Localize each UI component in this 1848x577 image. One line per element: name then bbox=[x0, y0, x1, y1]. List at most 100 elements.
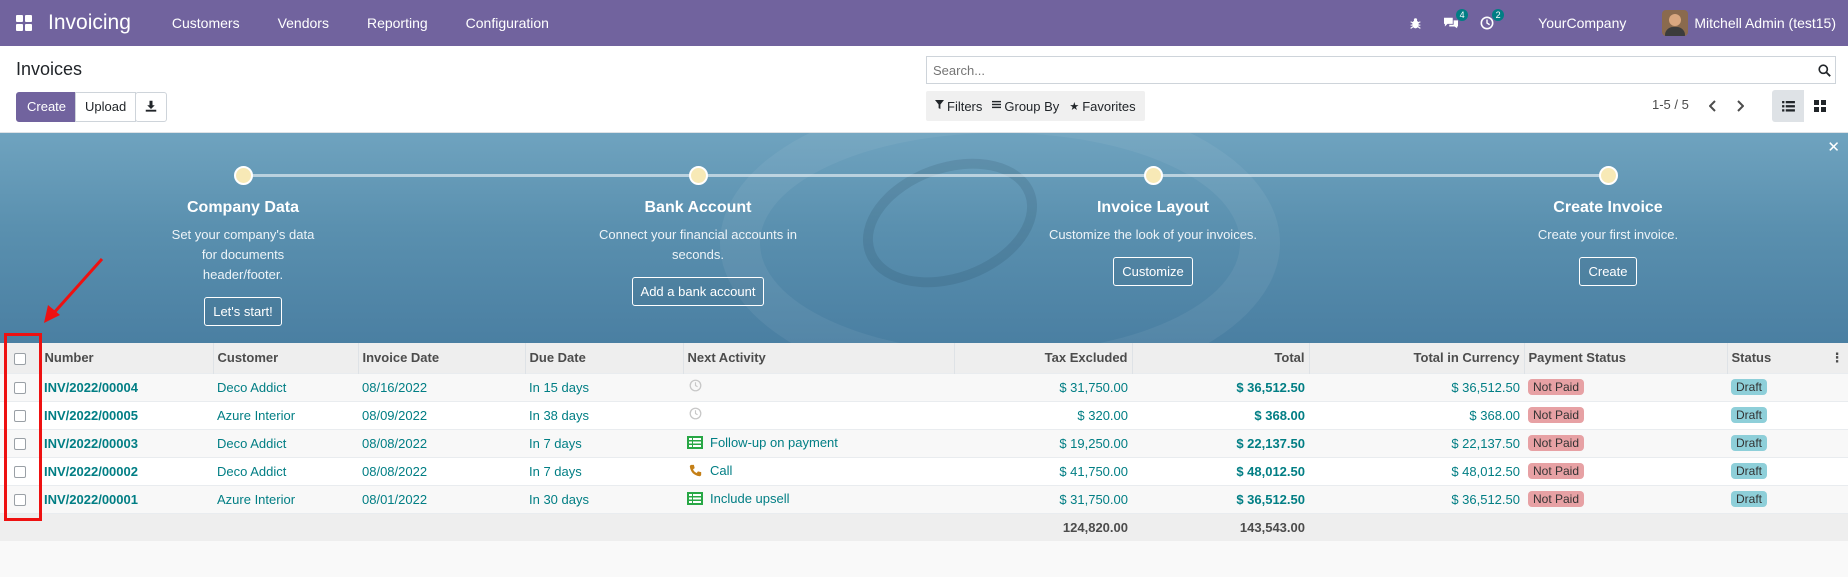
invoice-customer[interactable]: Deco Addict bbox=[213, 428, 358, 457]
invoice-date[interactable]: 08/09/2022 bbox=[358, 400, 525, 429]
invoice-date[interactable]: 08/08/2022 bbox=[358, 428, 525, 457]
lets-start-button[interactable]: Let's start! bbox=[204, 297, 282, 326]
next-activity-cell[interactable]: Include upsell bbox=[683, 484, 954, 513]
close-icon[interactable]: ✕ bbox=[1827, 138, 1840, 156]
table-row[interactable]: INV/2022/00004 Deco Addict 08/16/2022 In 15… bbox=[0, 372, 1848, 401]
clock-icon[interactable] bbox=[687, 379, 703, 392]
payment-status-cell[interactable]: Not Paid bbox=[1524, 456, 1727, 485]
messages-icon[interactable]: 4 bbox=[1440, 9, 1469, 34]
tax-excluded-value[interactable]: $ 31,750.00 bbox=[954, 372, 1132, 401]
status-cell[interactable]: Draft bbox=[1727, 428, 1848, 457]
invoice-due-date[interactable]: In 7 days bbox=[525, 428, 683, 457]
column-status[interactable]: Status ⋮ bbox=[1727, 343, 1848, 373]
invoice-due-date[interactable]: In 38 days bbox=[525, 400, 683, 429]
status-cell[interactable]: Draft bbox=[1727, 400, 1848, 429]
column-number[interactable]: Number bbox=[40, 343, 214, 373]
phone-icon[interactable] bbox=[687, 464, 703, 477]
total-value[interactable]: $ 48,012.50 bbox=[1132, 456, 1309, 485]
next-activity-cell[interactable]: Follow-up on payment bbox=[683, 428, 954, 457]
row-checkbox[interactable] bbox=[14, 494, 26, 507]
status-cell[interactable]: Draft bbox=[1727, 372, 1848, 401]
next-activity-label[interactable]: Call bbox=[710, 463, 732, 478]
favorites-dropdown[interactable]: ★ Favorites bbox=[1064, 91, 1140, 121]
column-next-activity[interactable]: Next Activity bbox=[683, 343, 955, 373]
pager-previous-icon[interactable] bbox=[1704, 96, 1722, 116]
todo-list-icon[interactable] bbox=[687, 435, 703, 449]
invoice-customer[interactable]: Azure Interior bbox=[213, 484, 358, 513]
payment-status-cell[interactable]: Not Paid bbox=[1524, 400, 1727, 429]
total-in-currency-value[interactable]: $ 22,137.50 bbox=[1309, 428, 1524, 457]
list-view-icon[interactable] bbox=[1772, 90, 1804, 122]
invoice-number[interactable]: INV/2022/00005 bbox=[40, 400, 213, 429]
payment-status-cell[interactable]: Not Paid bbox=[1524, 428, 1727, 457]
next-activity-label[interactable]: Follow-up on payment bbox=[710, 435, 838, 450]
add-bank-account-button[interactable]: Add a bank account bbox=[631, 277, 765, 306]
menu-configuration[interactable]: Configuration bbox=[447, 0, 568, 46]
invoice-customer[interactable]: Azure Interior bbox=[213, 400, 358, 429]
clock-icon[interactable] bbox=[687, 407, 703, 420]
invoice-due-date[interactable]: In 15 days bbox=[525, 372, 683, 401]
payment-status-cell[interactable]: Not Paid bbox=[1524, 372, 1727, 401]
table-row[interactable]: INV/2022/00001 Azure Interior 08/01/2022 In… bbox=[0, 484, 1848, 513]
app-name[interactable]: Invoicing bbox=[48, 11, 131, 35]
next-activity-cell[interactable] bbox=[683, 372, 954, 401]
download-button[interactable] bbox=[135, 92, 167, 122]
total-in-currency-value[interactable]: $ 36,512.50 bbox=[1309, 484, 1524, 513]
user-menu[interactable]: Mitchell Admin (test15) bbox=[1662, 10, 1836, 36]
invoice-number[interactable]: INV/2022/00002 bbox=[40, 456, 213, 485]
total-value[interactable]: $ 36,512.50 bbox=[1132, 372, 1309, 401]
tax-excluded-value[interactable]: $ 320.00 bbox=[954, 400, 1132, 429]
activities-clock-icon[interactable]: 2 bbox=[1476, 9, 1505, 34]
column-tax-excluded[interactable]: Tax Excluded bbox=[954, 343, 1133, 373]
debug-bug-icon[interactable] bbox=[1404, 12, 1426, 34]
create-button[interactable]: Create bbox=[16, 92, 78, 122]
search-icon[interactable] bbox=[1813, 59, 1835, 81]
total-in-currency-value[interactable]: $ 36,512.50 bbox=[1309, 372, 1524, 401]
status-cell[interactable]: Draft bbox=[1727, 484, 1848, 513]
invoice-due-date[interactable]: In 7 days bbox=[525, 456, 683, 485]
pager-next-icon[interactable] bbox=[1731, 96, 1749, 116]
next-activity-cell[interactable]: Call bbox=[683, 456, 954, 485]
total-in-currency-value[interactable]: $ 368.00 bbox=[1309, 400, 1524, 429]
upload-button[interactable]: Upload bbox=[75, 92, 137, 122]
row-checkbox[interactable] bbox=[14, 382, 26, 395]
kanban-view-icon[interactable] bbox=[1804, 90, 1836, 122]
menu-vendors[interactable]: Vendors bbox=[259, 0, 348, 46]
total-value[interactable]: $ 368.00 bbox=[1132, 400, 1309, 429]
invoice-customer[interactable]: Deco Addict bbox=[213, 456, 358, 485]
menu-reporting[interactable]: Reporting bbox=[348, 0, 447, 46]
invoice-customer[interactable]: Deco Addict bbox=[213, 372, 358, 401]
company-switcher[interactable]: YourCompany bbox=[1538, 15, 1626, 31]
invoice-date[interactable]: 08/08/2022 bbox=[358, 456, 525, 485]
column-payment-status[interactable]: Payment Status bbox=[1524, 343, 1728, 373]
apps-menu-icon[interactable] bbox=[16, 15, 32, 31]
column-invoice-date[interactable]: Invoice Date bbox=[358, 343, 526, 373]
total-value[interactable]: $ 22,137.50 bbox=[1132, 428, 1309, 457]
next-activity-cell[interactable] bbox=[683, 400, 954, 429]
status-cell[interactable]: Draft bbox=[1727, 456, 1848, 485]
column-customer[interactable]: Customer bbox=[213, 343, 359, 373]
menu-customers[interactable]: Customers bbox=[153, 0, 259, 46]
table-row[interactable]: INV/2022/00003 Deco Addict 08/08/2022 In 7 … bbox=[0, 428, 1848, 457]
next-activity-label[interactable]: Include upsell bbox=[710, 491, 790, 506]
groupby-dropdown[interactable]: Group By bbox=[987, 91, 1064, 121]
invoice-date[interactable]: 08/16/2022 bbox=[358, 372, 525, 401]
row-checkbox[interactable] bbox=[14, 410, 26, 423]
table-row[interactable]: INV/2022/00002 Deco Addict 08/08/2022 In 7 … bbox=[0, 456, 1848, 485]
filters-dropdown[interactable]: Filters bbox=[930, 91, 987, 121]
row-checkbox[interactable] bbox=[14, 466, 26, 479]
optional-columns-icon[interactable]: ⋮ bbox=[1831, 350, 1844, 366]
total-in-currency-value[interactable]: $ 48,012.50 bbox=[1309, 456, 1524, 485]
todo-list-icon[interactable] bbox=[687, 491, 703, 505]
select-all-checkbox[interactable] bbox=[14, 352, 26, 365]
pager-value[interactable]: 1-5 / 5 bbox=[1652, 97, 1689, 112]
payment-status-cell[interactable]: Not Paid bbox=[1524, 484, 1727, 513]
invoice-due-date[interactable]: In 30 days bbox=[525, 484, 683, 513]
tax-excluded-value[interactable]: $ 31,750.00 bbox=[954, 484, 1132, 513]
invoice-date[interactable]: 08/01/2022 bbox=[358, 484, 525, 513]
customize-button[interactable]: Customize bbox=[1113, 257, 1193, 286]
total-value[interactable]: $ 36,512.50 bbox=[1132, 484, 1309, 513]
table-row[interactable]: INV/2022/00005 Azure Interior 08/09/2022 In… bbox=[0, 400, 1848, 429]
invoice-number[interactable]: INV/2022/00003 bbox=[40, 428, 213, 457]
tax-excluded-value[interactable]: $ 41,750.00 bbox=[954, 456, 1132, 485]
